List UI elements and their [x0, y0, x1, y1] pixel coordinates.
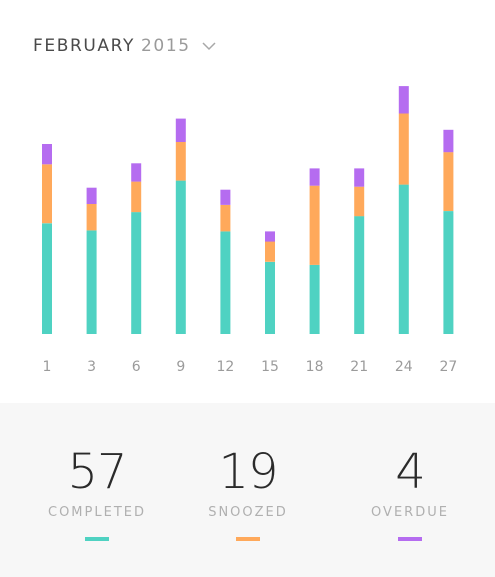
bar-overdue-1[interactable] [42, 144, 52, 165]
x-tick-label: 9 [176, 359, 185, 375]
x-tick-label: 24 [395, 359, 413, 375]
bar-overdue-21[interactable] [354, 168, 365, 187]
bar-overdue-3[interactable] [86, 187, 97, 204]
snoozed-swatch [236, 537, 260, 541]
stats-panel: 57 COMPLETED 19 SNOOZED 4 OVERDUE [0, 403, 495, 577]
bar-completed-9[interactable] [175, 180, 186, 334]
bar-completed-3[interactable] [86, 230, 97, 334]
bar-snoozed-27[interactable] [443, 152, 454, 211]
snoozed-count: 19 [218, 444, 278, 500]
bar-completed-27[interactable] [443, 211, 454, 334]
x-tick-label: 6 [132, 359, 141, 375]
bar-completed-1[interactable] [42, 223, 52, 334]
bar-overdue-18[interactable] [309, 168, 320, 186]
bar-completed-18[interactable] [309, 264, 320, 334]
stat-snoozed: 19 SNOOZED [168, 403, 328, 541]
bar-completed-21[interactable] [354, 216, 365, 334]
x-tick-label: 3 [87, 359, 96, 375]
overdue-label: OVERDUE [371, 505, 449, 520]
x-tick-label: 1 [43, 359, 52, 375]
bar-overdue-27[interactable] [443, 129, 454, 153]
x-tick-label: 21 [350, 359, 368, 375]
x-tick-label: 12 [216, 359, 234, 375]
bar-snoozed-3[interactable] [86, 204, 97, 231]
bar-snoozed-18[interactable] [309, 185, 320, 265]
stacked-bar-chart: 1 3 6 9 12 15 18 21 24 27 [42, 86, 457, 375]
bar-snoozed-24[interactable] [398, 113, 409, 185]
bar-overdue-9[interactable] [175, 118, 186, 142]
bar-snoozed-21[interactable] [354, 186, 365, 217]
bar-completed-24[interactable] [398, 184, 409, 334]
bar-overdue-15[interactable] [265, 231, 275, 242]
x-tick-label: 27 [439, 359, 457, 375]
overdue-swatch [398, 537, 422, 541]
bar-completed-15[interactable] [265, 261, 275, 334]
month-chart-card: FEBRUARY 2015 1 3 6 9 12 15 18 21 24 27 57 COMPLE… [0, 0, 495, 577]
completed-count: 57 [67, 444, 127, 500]
bar-overdue-12[interactable] [220, 189, 231, 205]
bar-snoozed-6[interactable] [131, 181, 142, 213]
bar-snoozed-12[interactable] [220, 205, 231, 232]
snoozed-label: SNOOZED [208, 505, 288, 520]
completed-label: COMPLETED [48, 505, 146, 520]
bar-overdue-6[interactable] [131, 163, 142, 182]
overdue-count: 4 [395, 444, 426, 500]
x-tick-label: 15 [261, 359, 279, 375]
stat-completed: 57 COMPLETED [17, 403, 177, 541]
bar-snoozed-15[interactable] [265, 241, 275, 262]
bar-completed-6[interactable] [131, 212, 142, 334]
x-tick-label: 18 [306, 359, 324, 375]
bar-snoozed-1[interactable] [42, 164, 52, 224]
stat-overdue: 4 OVERDUE [330, 403, 490, 541]
bar-snoozed-9[interactable] [175, 142, 186, 181]
bar-overdue-24[interactable] [398, 86, 409, 114]
bar-completed-12[interactable] [220, 231, 231, 334]
completed-swatch [85, 537, 109, 541]
